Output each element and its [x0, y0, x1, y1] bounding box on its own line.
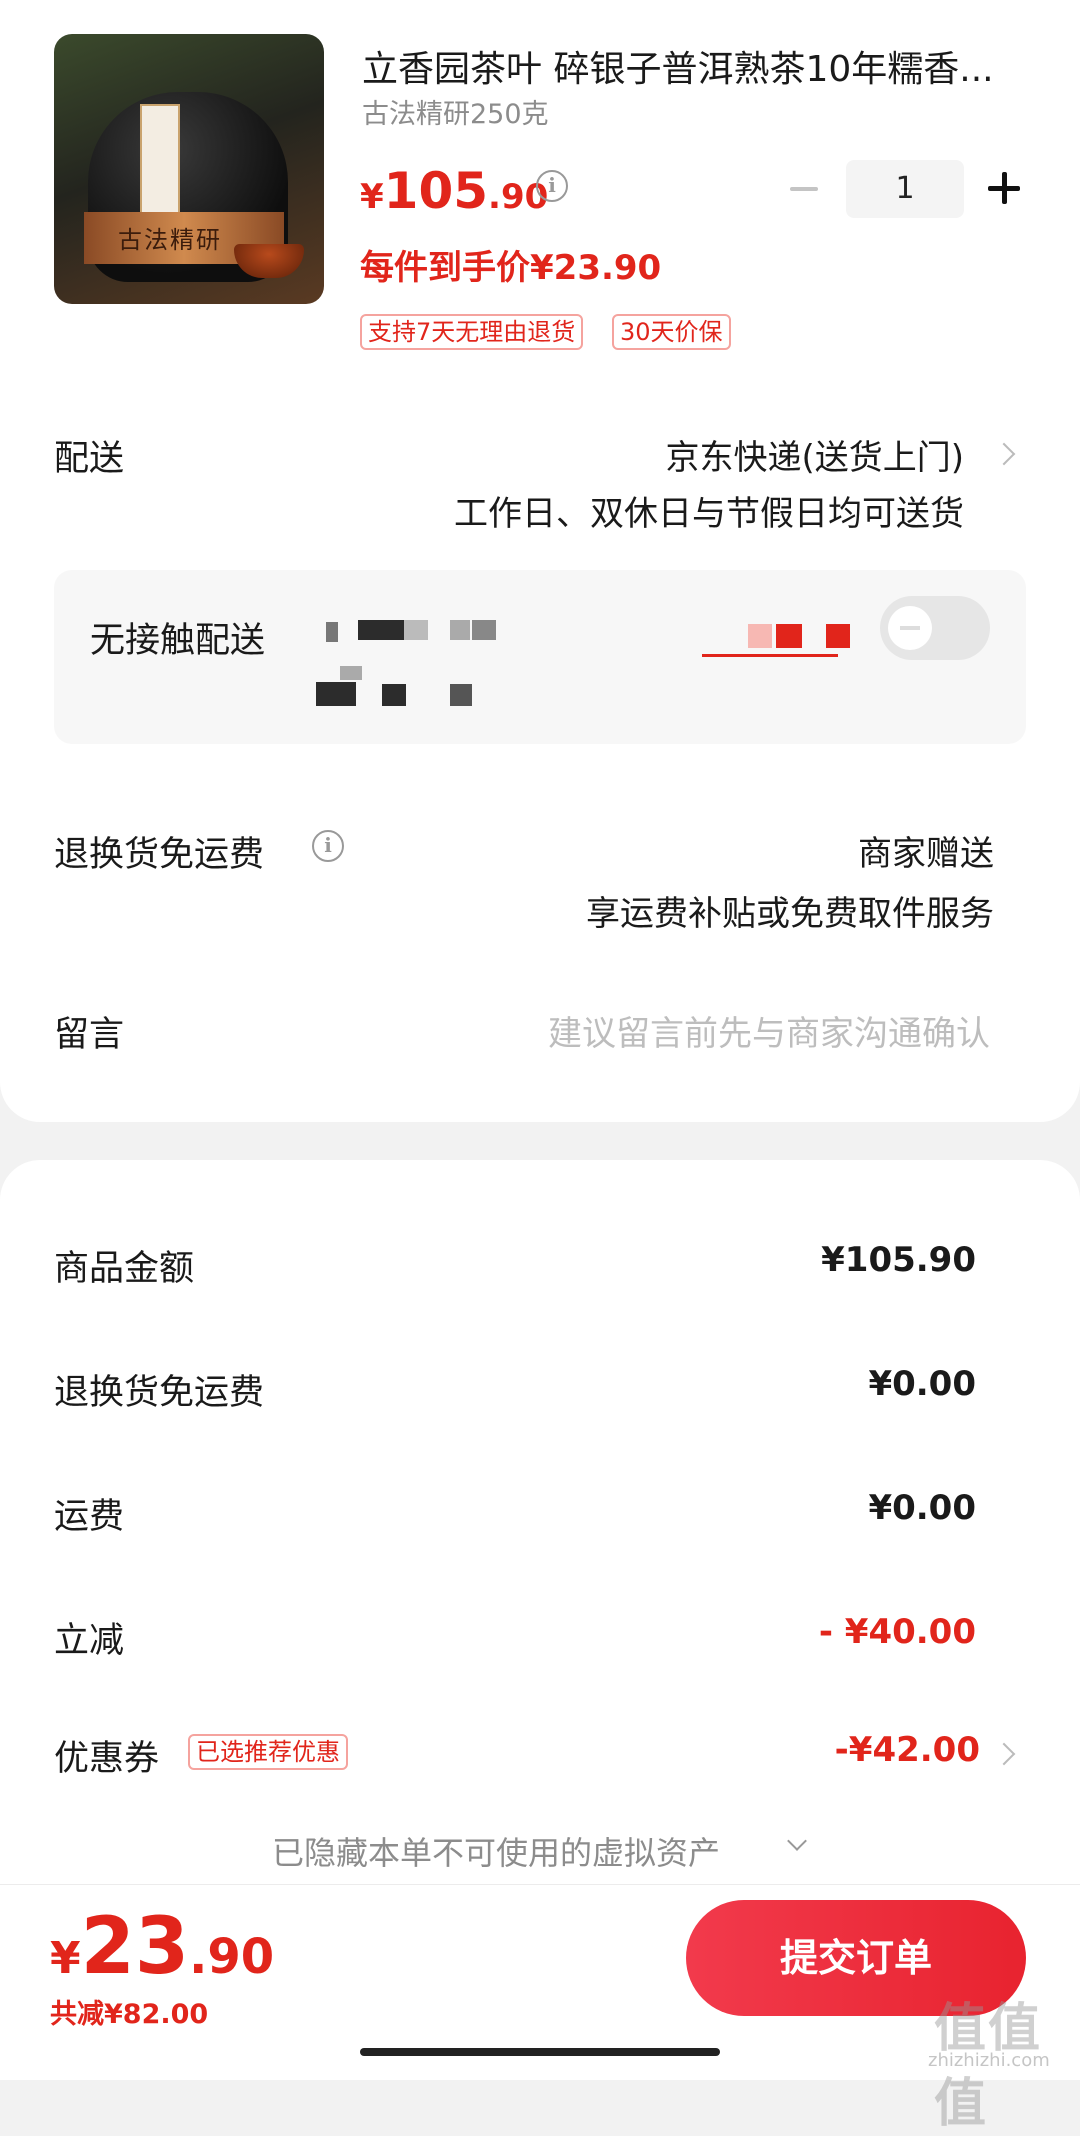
contactless-delivery-label: 无接触配送: [90, 621, 266, 661]
shipping-fee-label: 运费: [54, 1497, 125, 1537]
coupon-label: 优惠券: [54, 1739, 160, 1779]
quantity-input[interactable]: 1: [846, 160, 964, 218]
total-integer: 23: [80, 1902, 190, 1992]
hidden-assets-toggle[interactable]: 已隐藏本单不可使用的虚拟资产: [272, 1828, 720, 1874]
return-shipping-label: 退换货免运费: [54, 835, 265, 875]
price-protection-tag: 30天价保: [612, 314, 731, 350]
watermark-url: zhizhizhi.com: [928, 2050, 1050, 2071]
instant-discount-value: - ¥40.00: [818, 1612, 976, 1652]
quantity-increase-button[interactable]: [986, 170, 1022, 206]
price-currency: ¥: [360, 177, 384, 217]
delivery-method[interactable]: 京东快递(送货上门): [665, 430, 964, 479]
delivery-note: 工作日、双休日与节假日均可送货: [454, 494, 964, 534]
return-shipping-value: 商家赠送: [858, 834, 994, 874]
jar-label-graphic: [140, 104, 180, 214]
instant-discount-label: 立减: [54, 1621, 125, 1661]
coupon-recommended-tag: 已选推荐优惠: [188, 1734, 348, 1770]
total-currency: ¥: [50, 1933, 81, 1984]
product-image[interactable]: 古法精研: [54, 34, 324, 304]
unit-price: 每件到手价¥23.90: [360, 248, 662, 288]
goods-amount-value: ¥105.90: [821, 1240, 976, 1280]
home-indicator[interactable]: [360, 2048, 720, 2056]
delivery-label: 配送: [54, 439, 125, 479]
return-shipping-fee-value: ¥0.00: [868, 1364, 976, 1404]
contactless-delivery-toggle[interactable]: [880, 596, 990, 660]
return-shipping-note: 享运费补贴或免费取件服务: [586, 894, 994, 934]
product-spec[interactable]: 古法精研250克: [362, 92, 549, 131]
quantity-decrease-button[interactable]: [786, 170, 822, 206]
total-decimal: .90: [189, 1929, 275, 1985]
total-discount: 共减¥82.00: [50, 1999, 209, 2030]
price-integer: 105: [383, 162, 489, 220]
price-info-icon[interactable]: i: [536, 170, 568, 202]
shipping-fee-value: ¥0.00: [868, 1488, 976, 1528]
coupon-value[interactable]: -¥42.00: [835, 1730, 980, 1770]
jar-band-text: 古法精研: [118, 226, 222, 254]
return-policy-tag: 支持7天无理由退货: [360, 314, 584, 350]
total-price: ¥23.90: [50, 1902, 274, 1992]
goods-amount-label: 商品金额: [54, 1249, 195, 1289]
product-title[interactable]: 立香园茶叶 碎银子普洱熟茶10年糯香...: [362, 40, 1032, 92]
message-input[interactable]: 建议留言前先与商家沟通确认: [548, 1006, 990, 1055]
product-price: ¥105.90: [360, 162, 548, 220]
return-shipping-info-icon[interactable]: i: [312, 830, 344, 862]
return-shipping-fee-label: 退换货免运费: [54, 1373, 265, 1413]
message-label: 留言: [54, 1015, 125, 1055]
toggle-knob: [888, 606, 932, 650]
